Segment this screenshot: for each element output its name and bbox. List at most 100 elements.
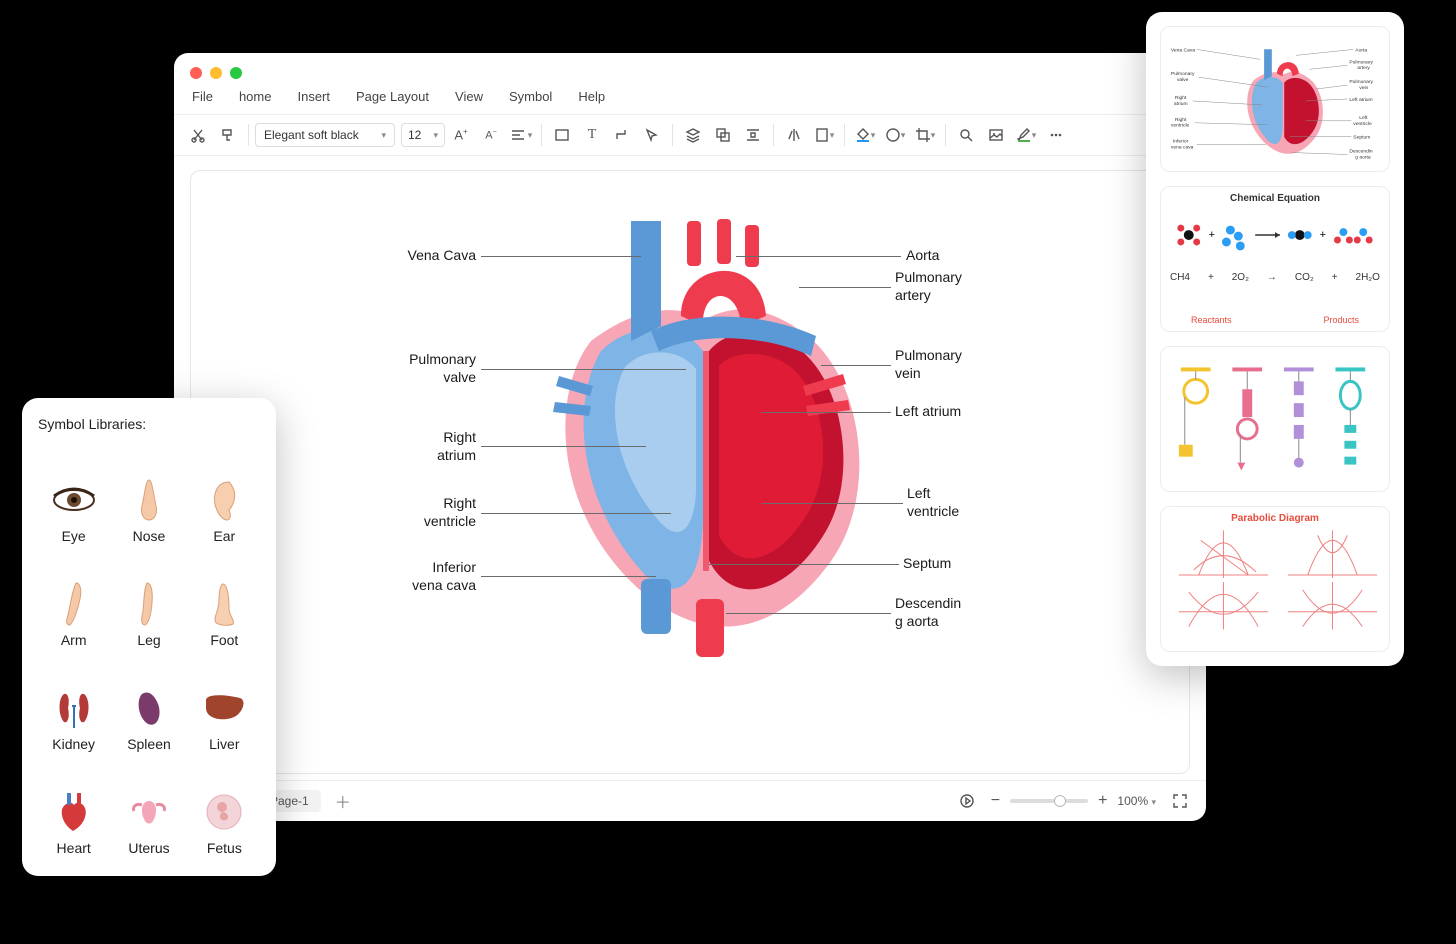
symbol-nose[interactable]: Nose <box>113 444 184 544</box>
distribute-icon[interactable] <box>739 121 767 149</box>
flip-horizontal-icon[interactable] <box>780 121 808 149</box>
fill-color-icon[interactable]: ▾ <box>851 121 879 149</box>
label-aorta: Aorta <box>906 247 939 265</box>
menu-insert[interactable]: Insert <box>297 89 330 104</box>
symbol-eye[interactable]: Eye <box>38 444 109 544</box>
svg-text:ventricle: ventricle <box>1353 121 1372 127</box>
label-descending-aorta: Descendin g aorta <box>895 595 961 630</box>
svg-text:Pulmonary: Pulmonary <box>1349 59 1373 65</box>
canvas[interactable]: Vena Cava Pulmonary valve Right atrium R… <box>190 170 1190 774</box>
zoom-in-icon[interactable]: + <box>1098 792 1107 810</box>
spleen-icon <box>127 686 171 730</box>
page-size-icon[interactable]: ▾ <box>810 121 838 149</box>
increase-font-icon[interactable]: A+ <box>447 121 475 149</box>
lead-line <box>481 256 641 257</box>
svg-text:ventricle: ventricle <box>1171 123 1190 129</box>
menu-view[interactable]: View <box>455 89 483 104</box>
zoom-slider[interactable] <box>1010 799 1088 803</box>
minimize-icon[interactable] <box>210 67 222 79</box>
symbol-label: Nose <box>133 528 166 544</box>
menu-symbol[interactable]: Symbol <box>509 89 552 104</box>
decrease-font-icon[interactable]: A− <box>477 121 505 149</box>
svg-text:artery: artery <box>1357 65 1370 71</box>
symbol-uterus[interactable]: Uterus <box>113 756 184 856</box>
symbol-label: Heart <box>57 840 91 856</box>
products-label: Products <box>1323 315 1359 325</box>
symbol-foot[interactable]: Foot <box>189 548 260 648</box>
svg-text:Left: Left <box>1359 115 1368 121</box>
menu-help[interactable]: Help <box>578 89 605 104</box>
symbol-kidney[interactable]: Kidney <box>38 652 109 752</box>
menu-home[interactable]: home <box>239 89 272 104</box>
eye-icon <box>52 478 96 522</box>
symbol-leg[interactable]: Leg <box>113 548 184 648</box>
lead-line <box>481 369 686 370</box>
align-icon[interactable]: ▾ <box>507 121 535 149</box>
lead-line <box>761 412 891 413</box>
svg-text:Septum: Septum <box>1353 135 1370 141</box>
fetus-icon <box>202 790 246 834</box>
symbol-fetus[interactable]: Fetus <box>189 756 260 856</box>
pointer-tool-icon[interactable] <box>638 121 666 149</box>
eq-term: 2H₂O <box>1356 272 1380 283</box>
symbol-heart[interactable]: Heart <box>38 756 109 856</box>
zoom-out-icon[interactable]: − <box>991 792 1000 810</box>
lead-line <box>736 256 901 257</box>
arm-icon <box>52 582 96 626</box>
symbol-spleen[interactable]: Spleen <box>113 652 184 752</box>
layers-icon[interactable] <box>679 121 707 149</box>
eq-term: → <box>1267 272 1277 283</box>
more-icon[interactable] <box>1042 121 1070 149</box>
template-pulley-systems[interactable] <box>1160 346 1390 492</box>
symbol-label: Liver <box>209 736 239 752</box>
status-bar: ‹ › Page-1 ＋ − + 100% ▾ <box>174 780 1206 821</box>
menu-file[interactable]: File <box>192 89 213 104</box>
font-size-select[interactable]: 12 ▾ <box>401 123 445 147</box>
fullscreen-icon[interactable] <box>1166 787 1194 815</box>
format-painter-icon[interactable] <box>214 121 242 149</box>
chevron-down-icon: ▾ <box>381 130 386 141</box>
heart-diagram <box>531 191 881 671</box>
template-title: Chemical Equation <box>1161 187 1389 204</box>
menu-bar: File home Insert Page Layout View Symbol… <box>174 85 1206 114</box>
shape-style-icon[interactable]: ▾ <box>881 121 909 149</box>
svg-text:g aorta: g aorta <box>1355 154 1371 160</box>
label-pulmonary-vein: Pulmonary vein <box>895 347 962 382</box>
lead-line <box>481 513 671 514</box>
label-right-atrium: Right atrium <box>376 429 476 464</box>
svg-text:Descendin: Descendin <box>1349 149 1373 155</box>
highlighter-icon[interactable]: ▾ <box>1012 121 1040 149</box>
close-icon[interactable] <box>190 67 202 79</box>
toolbar: Elegant soft black ▾ 12 ▾ A+ A− ▾ T ▾ ▾ … <box>174 114 1206 156</box>
cut-icon[interactable] <box>184 121 212 149</box>
search-icon[interactable] <box>952 121 980 149</box>
svg-text:Vena Cava: Vena Cava <box>1171 47 1195 53</box>
symbol-label: Arm <box>61 632 87 648</box>
maximize-icon[interactable] <box>230 67 242 79</box>
zoom-value[interactable]: 100% ▾ <box>1117 794 1156 808</box>
text-tool-icon[interactable]: T <box>578 121 606 149</box>
image-icon[interactable] <box>982 121 1010 149</box>
symbol-label: Uterus <box>128 840 169 856</box>
add-page-icon[interactable]: ＋ <box>335 789 351 813</box>
lead-line <box>799 287 891 288</box>
symbol-arm[interactable]: Arm <box>38 548 109 648</box>
group-icon[interactable] <box>709 121 737 149</box>
rectangle-tool-icon[interactable] <box>548 121 576 149</box>
symbol-panel-title: Symbol Libraries: <box>38 416 260 432</box>
svg-text:vein: vein <box>1359 85 1368 91</box>
menu-page-layout[interactable]: Page Layout <box>356 89 429 104</box>
template-parabolic-diagram[interactable]: Parabolic Diagram <box>1160 506 1390 652</box>
symbol-ear[interactable]: Ear <box>189 444 260 544</box>
symbol-liver[interactable]: Liver <box>189 652 260 752</box>
font-select[interactable]: Elegant soft black ▾ <box>255 123 395 147</box>
template-chemical-equation[interactable]: Chemical Equation + + C <box>1160 186 1390 332</box>
window-controls <box>174 53 1206 85</box>
uterus-icon <box>127 790 171 834</box>
presentation-icon[interactable] <box>953 787 981 815</box>
template-heart-anatomy[interactable]: Vena Cava Pulmonaryvalve Rightatrium Rig… <box>1160 26 1390 172</box>
svg-text:+: + <box>1209 229 1215 241</box>
connector-tool-icon[interactable] <box>608 121 636 149</box>
svg-text:Right: Right <box>1175 95 1187 101</box>
crop-icon[interactable]: ▾ <box>911 121 939 149</box>
